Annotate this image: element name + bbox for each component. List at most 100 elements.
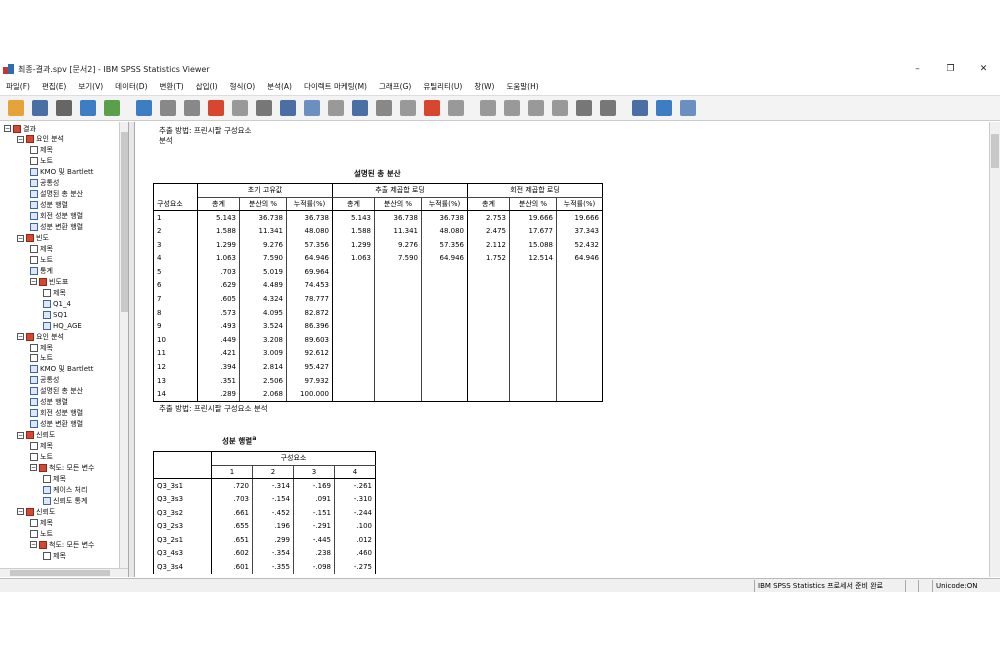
- outline-item[interactable]: − 결과: [4, 123, 36, 134]
- outline-item[interactable]: 설명된 총 분산: [30, 189, 83, 200]
- outline-item[interactable]: 공통성: [30, 178, 59, 189]
- collapse-toggle-icon[interactable]: −: [17, 234, 24, 242]
- split-button[interactable]: [654, 98, 674, 118]
- redo-button[interactable]: [182, 98, 202, 118]
- collapse-toggle-icon[interactable]: −: [17, 508, 24, 516]
- close-button[interactable]: ✕: [967, 60, 1000, 78]
- menu-item-5[interactable]: 삽입(I): [190, 81, 224, 92]
- hide-button[interactable]: [326, 98, 346, 118]
- promote-button[interactable]: [478, 98, 498, 118]
- outline-item[interactable]: 제목: [30, 441, 53, 452]
- outline-item[interactable]: 성분 변환 행렬: [30, 419, 83, 430]
- outline-horizontal-scrollbar[interactable]: [0, 568, 128, 577]
- outline-item[interactable]: 설명된 총 분산: [30, 386, 83, 397]
- outline-item[interactable]: − 빈도표: [30, 276, 68, 287]
- outline-item[interactable]: 성분 행렬: [30, 200, 68, 211]
- outline-item[interactable]: 회전 성분 행렬: [30, 408, 83, 419]
- designate-window-button[interactable]: [446, 98, 466, 118]
- insert-file-button[interactable]: [422, 98, 442, 118]
- outline-item[interactable]: SQ1: [43, 309, 67, 320]
- hide-item-button[interactable]: [598, 98, 618, 118]
- expand-button[interactable]: [526, 98, 546, 118]
- component-table[interactable]: 구성요소 1 2 3 4 Q3_3s1.720 -.314 -.169 -.261 Q3_3s3.…: [153, 450, 376, 574]
- outline-item[interactable]: 노트: [30, 353, 53, 364]
- collapse-toggle-icon[interactable]: −: [30, 278, 37, 286]
- outline-item[interactable]: 성분 행렬: [30, 397, 68, 408]
- outline-item[interactable]: 제목: [43, 473, 66, 484]
- outline-item[interactable]: − 요인 분석: [17, 134, 64, 145]
- export-button[interactable]: [102, 98, 122, 118]
- undo-button[interactable]: [158, 98, 178, 118]
- outline-item[interactable]: KMO 및 Bartlett: [30, 364, 94, 375]
- outline-item[interactable]: 제목: [30, 243, 53, 254]
- outline-item[interactable]: Q1_4: [43, 298, 71, 309]
- show-button[interactable]: [574, 98, 594, 118]
- outline-item[interactable]: 공통성: [30, 375, 59, 386]
- restore-button[interactable]: ❐: [934, 60, 967, 78]
- insert-text-button[interactable]: [398, 98, 418, 118]
- menu-item-12[interactable]: 도움말(H): [500, 81, 544, 92]
- insert-title-button[interactable]: [374, 98, 394, 118]
- outline-item[interactable]: 신뢰도 통계: [43, 495, 87, 506]
- outline-vertical-scrollbar[interactable]: [119, 122, 128, 570]
- outline-item[interactable]: 제목: [30, 342, 53, 353]
- table-cell: 48.080: [286, 224, 333, 238]
- zoom-button[interactable]: [630, 98, 650, 118]
- menu-item-11[interactable]: 창(W): [468, 81, 500, 92]
- menu-item-10[interactable]: 유틸리티(U): [417, 81, 468, 92]
- outline-item[interactable]: 회전 성분 행렬: [30, 211, 83, 222]
- print-preview-button[interactable]: [78, 98, 98, 118]
- variables-button[interactable]: [278, 98, 298, 118]
- collapse-toggle-icon[interactable]: −: [4, 125, 11, 132]
- outline-item[interactable]: − 척도: 모든 변수: [30, 539, 94, 550]
- print-button[interactable]: [54, 98, 74, 118]
- outline-item[interactable]: 제목: [30, 517, 53, 528]
- outline-item[interactable]: 노트: [30, 156, 53, 167]
- outline-item[interactable]: 제목: [30, 145, 53, 156]
- collapse-toggle-icon[interactable]: −: [17, 135, 24, 143]
- outline-item[interactable]: 케이스 처리: [43, 484, 87, 495]
- menu-item-0[interactable]: 파일(F): [0, 81, 36, 92]
- collapse-toggle-icon[interactable]: −: [17, 431, 24, 439]
- data-editor-button[interactable]: [134, 98, 154, 118]
- collapse-toggle-icon[interactable]: −: [30, 464, 37, 472]
- menu-item-3[interactable]: 데이터(D): [109, 81, 153, 92]
- menu-item-8[interactable]: 다이렉트 마케팅(M): [298, 81, 373, 92]
- output-vertical-scrollbar[interactable]: [989, 122, 1000, 577]
- outline-item[interactable]: 성분 변환 행렬: [30, 222, 83, 233]
- collapse-toggle-icon[interactable]: −: [17, 333, 24, 341]
- goto-variable-button[interactable]: [254, 98, 274, 118]
- variance-table[interactable]: 초기 고유값 추출 제곱합 로딩 회전 제곱합 로딩 구성요소 총계 분산의 % 누적률(%…: [153, 183, 603, 402]
- menu-item-1[interactable]: 편집(E): [36, 81, 72, 92]
- collapse-button[interactable]: [550, 98, 570, 118]
- outline-item[interactable]: − 신뢰도: [17, 430, 55, 441]
- goto-data-button[interactable]: [206, 98, 226, 118]
- outline-item[interactable]: − 척도: 모든 변수: [30, 462, 94, 473]
- menu-item-9[interactable]: 그래프(G): [373, 81, 417, 92]
- pane-splitter[interactable]: [129, 122, 135, 577]
- menu-item-4[interactable]: 변환(T): [154, 81, 190, 92]
- outline-item[interactable]: 제목: [43, 550, 66, 561]
- outline-item[interactable]: HQ_AGE: [43, 320, 82, 331]
- outline-item[interactable]: 제목: [43, 287, 66, 298]
- open-folder-button[interactable]: [6, 98, 26, 118]
- outline-item[interactable]: 통계: [30, 265, 53, 276]
- menu-item-2[interactable]: 보기(V): [72, 81, 109, 92]
- outline-item[interactable]: − 신뢰도: [17, 506, 55, 517]
- outline-item[interactable]: 노트: [30, 528, 53, 539]
- outline-item[interactable]: KMO 및 Bartlett: [30, 167, 94, 178]
- goto-case-button[interactable]: [230, 98, 250, 118]
- save-button[interactable]: [30, 98, 50, 118]
- minimize-button[interactable]: –: [901, 60, 934, 78]
- collapse-toggle-icon[interactable]: −: [30, 541, 37, 549]
- insert-heading-button[interactable]: [350, 98, 370, 118]
- show-all-button[interactable]: [302, 98, 322, 118]
- menu-item-6[interactable]: 형식(O): [224, 81, 262, 92]
- menu-item-7[interactable]: 분석(A): [261, 81, 298, 92]
- outline-item[interactable]: 노트: [30, 452, 53, 463]
- demote-button[interactable]: [502, 98, 522, 118]
- outline-item[interactable]: − 빈도: [17, 233, 49, 244]
- outline-item[interactable]: − 요인 분석: [17, 331, 64, 342]
- custom-tables-button[interactable]: [678, 98, 698, 118]
- outline-item[interactable]: 노트: [30, 254, 53, 265]
